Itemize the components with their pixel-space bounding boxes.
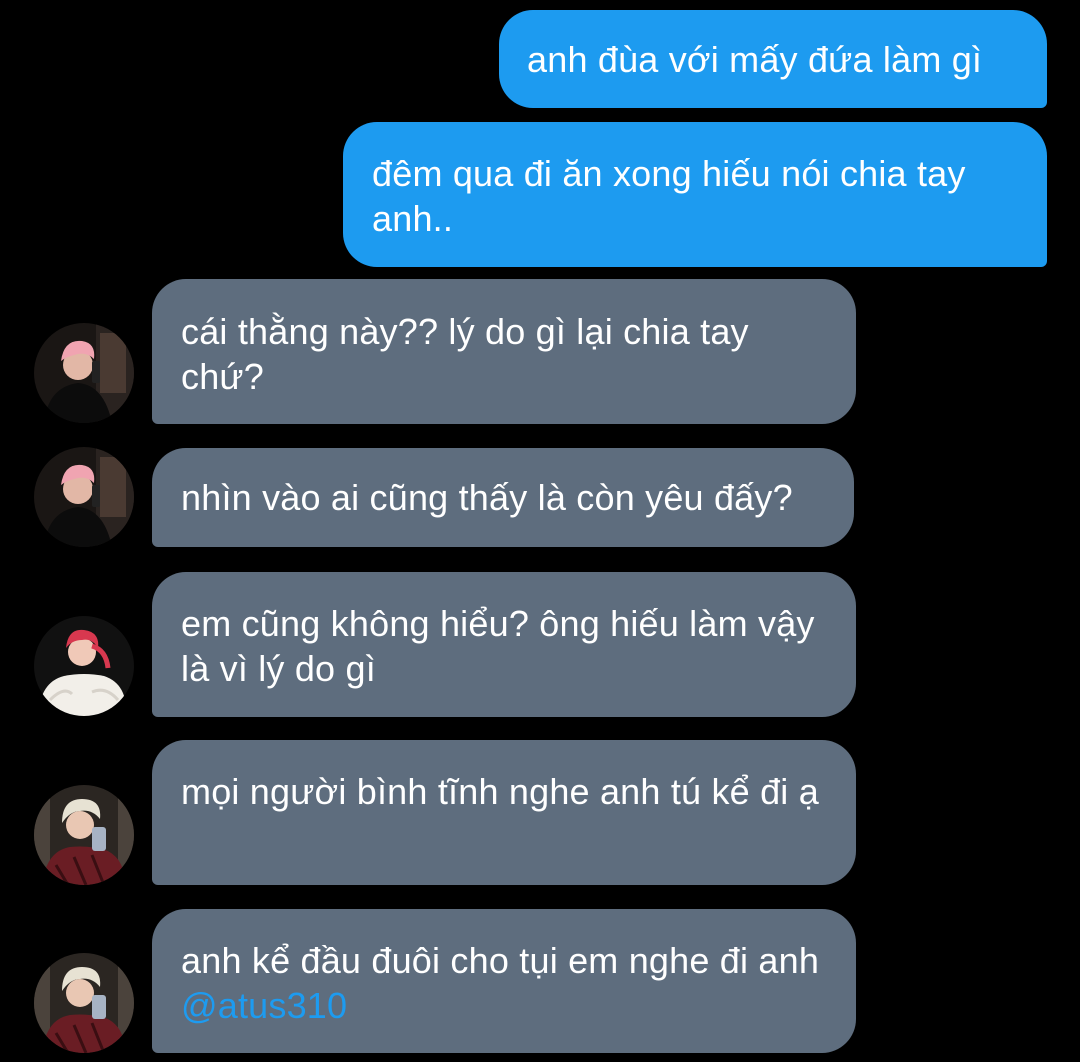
avatar-red-hair-white-sweater-icon [34, 616, 134, 716]
avatar-pink-hair-black-sweater-icon [34, 447, 134, 547]
avatar-pink-hair-icon[interactable] [34, 323, 134, 423]
message-text: anh kể đầu đuôi cho tụi em nghe đi anh [181, 940, 820, 981]
message-text: cái thằng này?? lý do gì lại chia tay ch… [181, 311, 749, 397]
avatar-blond-hair-mirror-selfie-icon [34, 953, 134, 1053]
user-mention-link[interactable]: @atus310 [181, 985, 347, 1026]
avatar-pink-hair-black-sweater-icon [34, 323, 134, 423]
message-text: mọi người bình tĩnh nghe anh tú kể đi ạ [181, 771, 819, 812]
message-text: nhìn vào ai cũng thấy là còn yêu đấy? [181, 477, 793, 518]
message-text: đêm qua đi ăn xong hiếu nói chia tay anh… [372, 153, 966, 239]
message-text: em cũng không hiểu? ông hiếu làm vậy là … [181, 603, 815, 689]
avatar-blond-hair-mirror-selfie-icon [34, 785, 134, 885]
avatar-blond-hair-icon[interactable] [34, 953, 134, 1053]
received-message[interactable]: mọi người bình tĩnh nghe anh tú kể đi ạ [152, 740, 856, 885]
sent-message[interactable]: đêm qua đi ăn xong hiếu nói chia tay anh… [343, 122, 1047, 267]
conversation-thread: anh đùa với mấy đứa làm gì đêm qua đi ăn… [0, 0, 1080, 1062]
received-message[interactable]: em cũng không hiểu? ông hiếu làm vậy là … [152, 572, 856, 717]
avatar-pink-hair-icon[interactable] [34, 447, 134, 547]
received-message[interactable]: nhìn vào ai cũng thấy là còn yêu đấy? [152, 448, 854, 547]
sent-message[interactable]: anh đùa với mấy đứa làm gì [499, 10, 1047, 108]
received-message[interactable]: cái thằng này?? lý do gì lại chia tay ch… [152, 279, 856, 424]
message-text: anh đùa với mấy đứa làm gì [527, 39, 983, 80]
avatar-blond-hair-icon[interactable] [34, 785, 134, 885]
avatar-red-hair-icon[interactable] [34, 616, 134, 716]
received-message[interactable]: anh kể đầu đuôi cho tụi em nghe đi anh @… [152, 909, 856, 1053]
